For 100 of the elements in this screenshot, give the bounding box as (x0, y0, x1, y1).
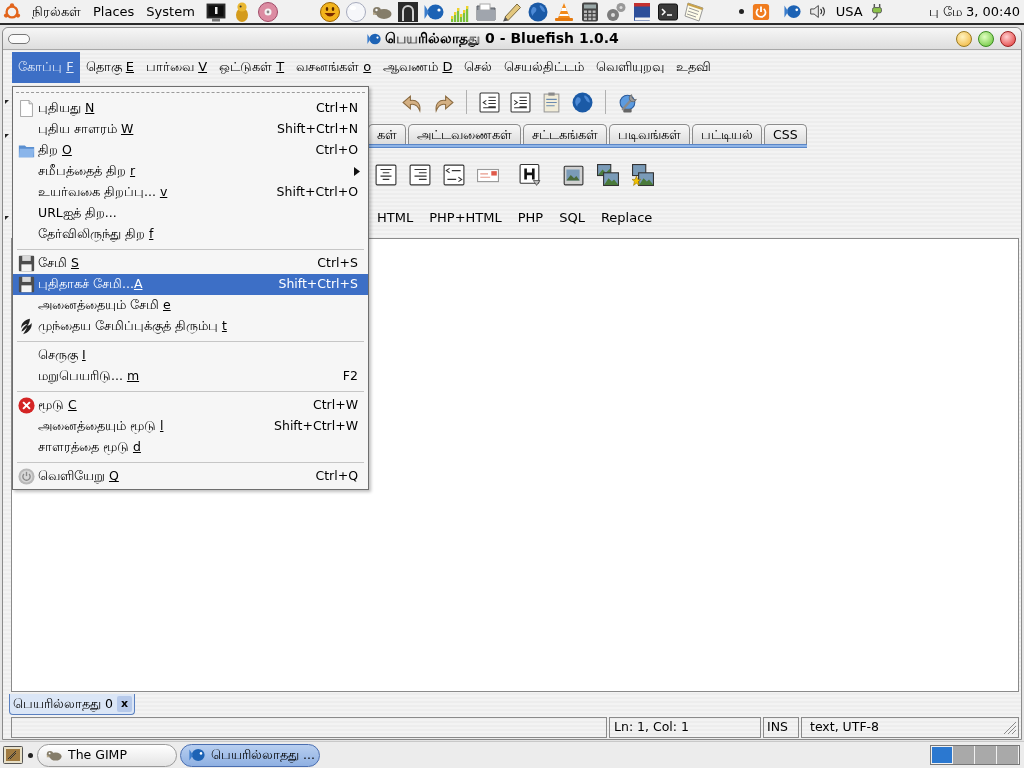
menu-item-label: திற O (38, 141, 72, 160)
clipboard-icon[interactable] (541, 91, 562, 113)
power-icon (18, 468, 35, 485)
folder-icon[interactable] (475, 1, 496, 22)
align-right-icon[interactable] (409, 164, 431, 186)
workspace-cell[interactable] (953, 746, 975, 764)
ring-logo-icon[interactable] (3, 2, 21, 21)
workspace-cell[interactable] (997, 746, 1019, 764)
menubar-item[interactable]: தொகு E (79, 51, 140, 83)
taskbar-button[interactable]: The GIMP (37, 743, 177, 767)
fish-icon[interactable] (783, 3, 801, 20)
menu-item-label: சேமி S (38, 254, 79, 273)
menu-item-label: அனைத்தையும் சேமி e (38, 296, 171, 315)
keyboard-layout[interactable]: USA (835, 1, 863, 22)
menu-item[interactable]: புதிதாகச் சேமி...A Shift+Ctrl+S (13, 274, 368, 295)
indent-icon[interactable] (510, 91, 531, 113)
close-tab-button[interactable]: x (116, 696, 133, 712)
tab[interactable]: சட்டகங்கள் (523, 124, 607, 144)
minimize-button[interactable] (956, 30, 972, 47)
menubar-item[interactable]: செல் (458, 51, 499, 83)
maximize-button[interactable] (978, 30, 994, 47)
toolbar-grip-icon[interactable] (5, 216, 9, 220)
menubar-item[interactable]: வசனங்கள் o (290, 51, 378, 83)
book-icon[interactable] (631, 1, 652, 22)
custom-menu-item[interactable]: SQL (553, 206, 591, 230)
menu-item[interactable]: சாளரத்தை மூடு d (13, 437, 368, 458)
menu-item[interactable]: மறுபெயரிடு... m F2 (13, 366, 368, 387)
heading-icon[interactable] (519, 164, 541, 186)
menu-item[interactable]: வெளியேறு Q Ctrl+Q (13, 466, 368, 487)
pencil-icon[interactable] (501, 1, 522, 22)
cone-icon[interactable] (553, 1, 574, 22)
unindent-icon[interactable] (479, 91, 500, 113)
menu-item[interactable]: செருகு I (13, 345, 368, 366)
tab[interactable]: கள் (368, 124, 406, 144)
menu-item[interactable]: சேமி S Ctrl+S (13, 253, 368, 274)
disc-icon[interactable] (257, 1, 278, 22)
terminal-icon[interactable] (657, 1, 678, 22)
workspace-cell[interactable] (931, 746, 953, 764)
menubar-item[interactable]: ஆவணம் D (377, 51, 459, 83)
menu-item[interactable]: மூடு C Ctrl+W (13, 395, 368, 416)
menu-item[interactable]: URLஐத் திற... (13, 203, 368, 224)
menu-item[interactable]: முந்தைய சேமிப்புக்குத் திரும்பு t (13, 316, 368, 337)
show-desktop-icon[interactable] (3, 745, 23, 765)
monitor-icon[interactable] (205, 1, 226, 22)
menu-item[interactable]: புதியது N Ctrl+N (13, 98, 368, 119)
tab[interactable]: அட்டவணைகள் (408, 124, 521, 144)
close-button[interactable] (1000, 30, 1016, 47)
custom-menu-item[interactable]: Replace (594, 206, 659, 230)
globe-icon[interactable] (527, 1, 548, 22)
custom-menu-item[interactable]: PHP (511, 206, 550, 230)
menubar-item[interactable]: செயல்திட்டம் (498, 51, 591, 83)
document-tab[interactable]: பெயரில்லாதது 0 x (9, 694, 136, 715)
shortcut-label: Ctrl+S (317, 254, 358, 273)
menubar-item[interactable]: வெளியுறவு (590, 51, 671, 83)
panel-menu[interactable]: நிரல்கள் (27, 0, 86, 23)
comment-icon[interactable] (443, 164, 465, 186)
menu-item-label: செருகு I (38, 346, 86, 365)
menubar-item[interactable]: ஒட்டுகள் T (213, 51, 291, 83)
tab[interactable]: படிவங்கள் (609, 124, 690, 144)
menu-item[interactable]: திற O Ctrl+O (13, 140, 368, 161)
images-icon[interactable] (597, 164, 619, 186)
notepad-icon[interactable] (683, 1, 704, 22)
menubar-item[interactable]: பார்வை V (140, 51, 214, 83)
toolbar-grip-icon[interactable] (5, 100, 9, 104)
custom-menu-item[interactable]: PHP+HTML (423, 206, 508, 230)
menu-item[interactable]: சமீபத்தைத் திற r (13, 161, 368, 182)
menu-item[interactable]: அனைத்தையும் மூடு l Shift+Ctrl+W (13, 416, 368, 437)
panel-menu[interactable]: System (141, 0, 200, 23)
custom-menu-item[interactable]: HTML (371, 206, 420, 230)
globe-icon[interactable] (572, 91, 593, 113)
workspace-cell[interactable] (975, 746, 997, 764)
toolbar-grip-icon[interactable] (5, 134, 9, 138)
menu-item[interactable]: தேர்விலிருந்து திற f (13, 224, 368, 245)
resize-grip-icon[interactable] (1003, 720, 1017, 735)
smiley-icon[interactable] (319, 1, 340, 22)
menu-item[interactable]: அனைத்தையும் சேமி e (13, 295, 368, 316)
cursor-position: Ln: 1, Col: 1 (609, 717, 761, 738)
dot-icon (28, 752, 33, 758)
tab[interactable]: CSS (764, 124, 807, 144)
speaker-icon[interactable] (808, 3, 826, 20)
menubar-item[interactable]: கோப்பு F (12, 51, 80, 83)
window-menu-button[interactable] (8, 33, 30, 44)
menubar-item[interactable]: உதவி (670, 51, 718, 83)
globe-wrench-icon[interactable] (618, 91, 639, 113)
tab[interactable]: பட்டியல் (692, 124, 762, 144)
close-icon (18, 397, 35, 414)
taskbar-button[interactable]: பெயரில்லாதது ... (180, 743, 320, 767)
align-center-icon[interactable] (375, 164, 397, 186)
clock[interactable]: பு மே 3, 00:40 (928, 1, 1020, 22)
image-icon[interactable] (562, 164, 584, 186)
images-star-icon[interactable] (632, 164, 654, 186)
menu-item-label: சாளரத்தை மூடு d (38, 438, 141, 457)
shortcut-label: Shift+Ctrl+N (277, 120, 358, 139)
power-icon[interactable] (751, 2, 770, 21)
gears-icon[interactable] (605, 1, 626, 22)
calculator-icon[interactable] (579, 1, 600, 22)
menu-item[interactable]: உயர்வகை திறப்பு... v Shift+Ctrl+O (13, 182, 368, 203)
arch-icon[interactable] (397, 1, 418, 22)
menu-item[interactable]: புதிய சாளரம் W Shift+Ctrl+N (13, 119, 368, 140)
panel-menu[interactable]: Places (88, 0, 140, 23)
